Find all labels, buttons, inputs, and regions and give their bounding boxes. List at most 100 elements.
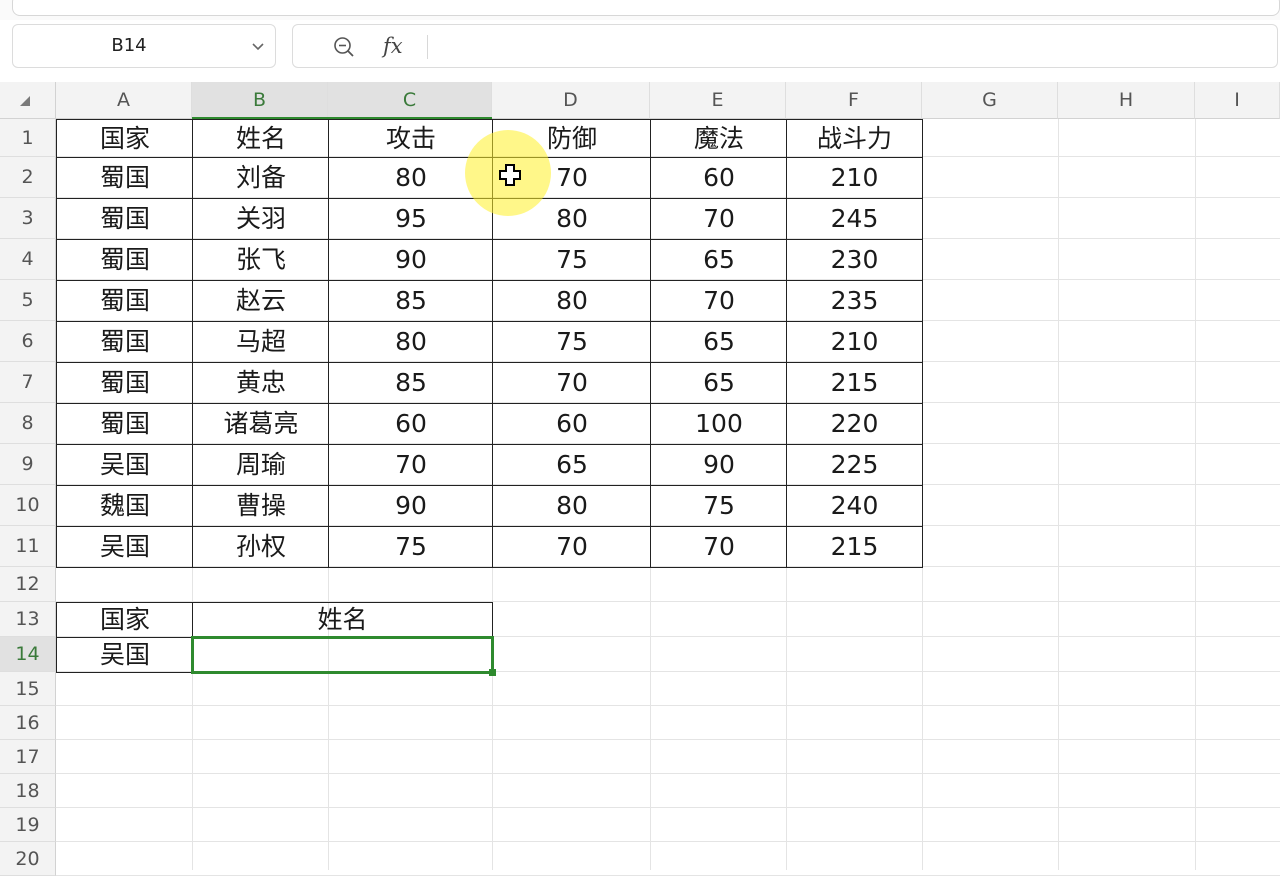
row-header-17[interactable]: 17 bbox=[0, 740, 56, 774]
table-cell[interactable]: 魏国 bbox=[56, 485, 193, 527]
table-cell[interactable]: 70 bbox=[650, 280, 787, 322]
table-cell[interactable]: 75 bbox=[328, 526, 493, 568]
table-header-cell[interactable]: 魔法 bbox=[650, 119, 787, 158]
table-cell[interactable]: 刘备 bbox=[192, 157, 329, 199]
table-cell[interactable]: 75 bbox=[492, 239, 651, 281]
column-header-i[interactable]: I bbox=[1195, 82, 1280, 119]
column-header-f[interactable]: F bbox=[786, 82, 922, 119]
row-header-19[interactable]: 19 bbox=[0, 808, 56, 842]
chevron-down-icon[interactable] bbox=[251, 39, 265, 53]
table-cell[interactable]: 75 bbox=[492, 321, 651, 363]
table-cell[interactable]: 65 bbox=[492, 444, 651, 486]
table-cell[interactable]: 蜀国 bbox=[56, 403, 193, 445]
table-cell[interactable]: 蜀国 bbox=[56, 321, 193, 363]
table-cell[interactable]: 90 bbox=[328, 239, 493, 281]
zoom-search-icon[interactable] bbox=[333, 36, 355, 58]
table-cell[interactable]: 孙权 bbox=[192, 526, 329, 568]
table-cell[interactable]: 蜀国 bbox=[56, 362, 193, 404]
row-header-6[interactable]: 6 bbox=[0, 321, 56, 362]
table-cell[interactable]: 关羽 bbox=[192, 198, 329, 240]
table-cell[interactable]: 70 bbox=[328, 444, 493, 486]
table-cell[interactable]: 240 bbox=[786, 485, 923, 527]
fx-icon[interactable]: fx bbox=[383, 31, 403, 61]
table-cell[interactable]: 60 bbox=[328, 403, 493, 445]
row-header-20[interactable]: 20 bbox=[0, 842, 56, 876]
row-header-2[interactable]: 2 bbox=[0, 157, 56, 198]
table-cell[interactable]: 220 bbox=[786, 403, 923, 445]
row-header-12[interactable]: 12 bbox=[0, 567, 56, 602]
table-cell[interactable]: 85 bbox=[328, 280, 493, 322]
spreadsheet-grid[interactable]: A B C D E F G H I 1 2 3 4 5 6 7 8 9 10 11 12 13 14 15 16 17 18 19 20… bbox=[0, 82, 1280, 876]
table-cell[interactable]: 马超 bbox=[192, 321, 329, 363]
row-header-10[interactable]: 10 bbox=[0, 485, 56, 526]
column-header-c[interactable]: C bbox=[328, 82, 492, 119]
row-header-13[interactable]: 13 bbox=[0, 602, 56, 637]
row-header-11[interactable]: 11 bbox=[0, 526, 56, 567]
table-header-cell[interactable]: 国家 bbox=[56, 119, 193, 158]
table-cell[interactable]: 65 bbox=[650, 321, 787, 363]
row-header-4[interactable]: 4 bbox=[0, 239, 56, 280]
table-cell[interactable]: 吴国 bbox=[56, 526, 193, 568]
column-header-g[interactable]: G bbox=[922, 82, 1058, 119]
table-cell[interactable]: 赵云 bbox=[192, 280, 329, 322]
selected-cell-border[interactable] bbox=[191, 636, 494, 674]
lookup-cell[interactable]: 吴国 bbox=[56, 637, 193, 673]
table-header-cell[interactable]: 攻击 bbox=[328, 119, 493, 158]
table-cell[interactable]: 70 bbox=[492, 526, 651, 568]
row-header-9[interactable]: 9 bbox=[0, 444, 56, 485]
table-cell[interactable]: 95 bbox=[328, 198, 493, 240]
table-cell[interactable]: 65 bbox=[650, 239, 787, 281]
table-cell[interactable]: 235 bbox=[786, 280, 923, 322]
column-header-d[interactable]: D bbox=[492, 82, 650, 119]
column-header-e[interactable]: E bbox=[650, 82, 786, 119]
table-cell[interactable]: 80 bbox=[492, 485, 651, 527]
column-header-a[interactable]: A bbox=[56, 82, 192, 119]
table-cell[interactable]: 225 bbox=[786, 444, 923, 486]
column-header-h[interactable]: H bbox=[1058, 82, 1195, 119]
table-cell[interactable]: 80 bbox=[328, 321, 493, 363]
table-cell[interactable]: 100 bbox=[650, 403, 787, 445]
row-header-3[interactable]: 3 bbox=[0, 198, 56, 239]
row-header-15[interactable]: 15 bbox=[0, 672, 56, 706]
table-cell[interactable]: 90 bbox=[650, 444, 787, 486]
table-cell[interactable]: 90 bbox=[328, 485, 493, 527]
table-cell[interactable]: 周瑜 bbox=[192, 444, 329, 486]
table-cell[interactable]: 75 bbox=[650, 485, 787, 527]
table-cell[interactable]: 245 bbox=[786, 198, 923, 240]
table-cell[interactable]: 210 bbox=[786, 321, 923, 363]
row-header-16[interactable]: 16 bbox=[0, 706, 56, 740]
table-header-cell[interactable]: 战斗力 bbox=[786, 119, 923, 158]
fill-handle[interactable] bbox=[489, 669, 496, 676]
row-header-1[interactable]: 1 bbox=[0, 119, 56, 157]
table-cell[interactable]: 诸葛亮 bbox=[192, 403, 329, 445]
table-cell[interactable]: 蜀国 bbox=[56, 157, 193, 199]
table-cell[interactable]: 蜀国 bbox=[56, 239, 193, 281]
table-cell[interactable]: 80 bbox=[492, 280, 651, 322]
table-cell[interactable]: 215 bbox=[786, 362, 923, 404]
name-box[interactable]: B14 bbox=[12, 24, 276, 68]
table-cell[interactable]: 210 bbox=[786, 157, 923, 199]
table-cell[interactable]: 曹操 bbox=[192, 485, 329, 527]
table-header-cell[interactable]: 姓名 bbox=[192, 119, 329, 158]
table-cell[interactable]: 蜀国 bbox=[56, 198, 193, 240]
table-cell[interactable]: 230 bbox=[786, 239, 923, 281]
table-cell[interactable]: 70 bbox=[492, 362, 651, 404]
table-cell[interactable]: 蜀国 bbox=[56, 280, 193, 322]
row-header-5[interactable]: 5 bbox=[0, 280, 56, 321]
column-header-b[interactable]: B bbox=[192, 82, 328, 119]
table-cell[interactable]: 60 bbox=[650, 157, 787, 199]
row-header-8[interactable]: 8 bbox=[0, 403, 56, 444]
table-cell[interactable]: 张飞 bbox=[192, 239, 329, 281]
lookup-cell[interactable]: 国家 bbox=[56, 602, 193, 638]
table-cell[interactable]: 85 bbox=[328, 362, 493, 404]
row-header-7[interactable]: 7 bbox=[0, 362, 56, 403]
table-cell[interactable]: 70 bbox=[650, 198, 787, 240]
table-cell[interactable]: 吴国 bbox=[56, 444, 193, 486]
row-header-18[interactable]: 18 bbox=[0, 774, 56, 808]
row-header-14[interactable]: 14 bbox=[0, 637, 56, 672]
formula-input[interactable]: fx bbox=[292, 24, 1278, 68]
table-cell[interactable]: 60 bbox=[492, 403, 651, 445]
table-cell[interactable]: 65 bbox=[650, 362, 787, 404]
table-cell[interactable]: 黄忠 bbox=[192, 362, 329, 404]
table-cell[interactable]: 215 bbox=[786, 526, 923, 568]
